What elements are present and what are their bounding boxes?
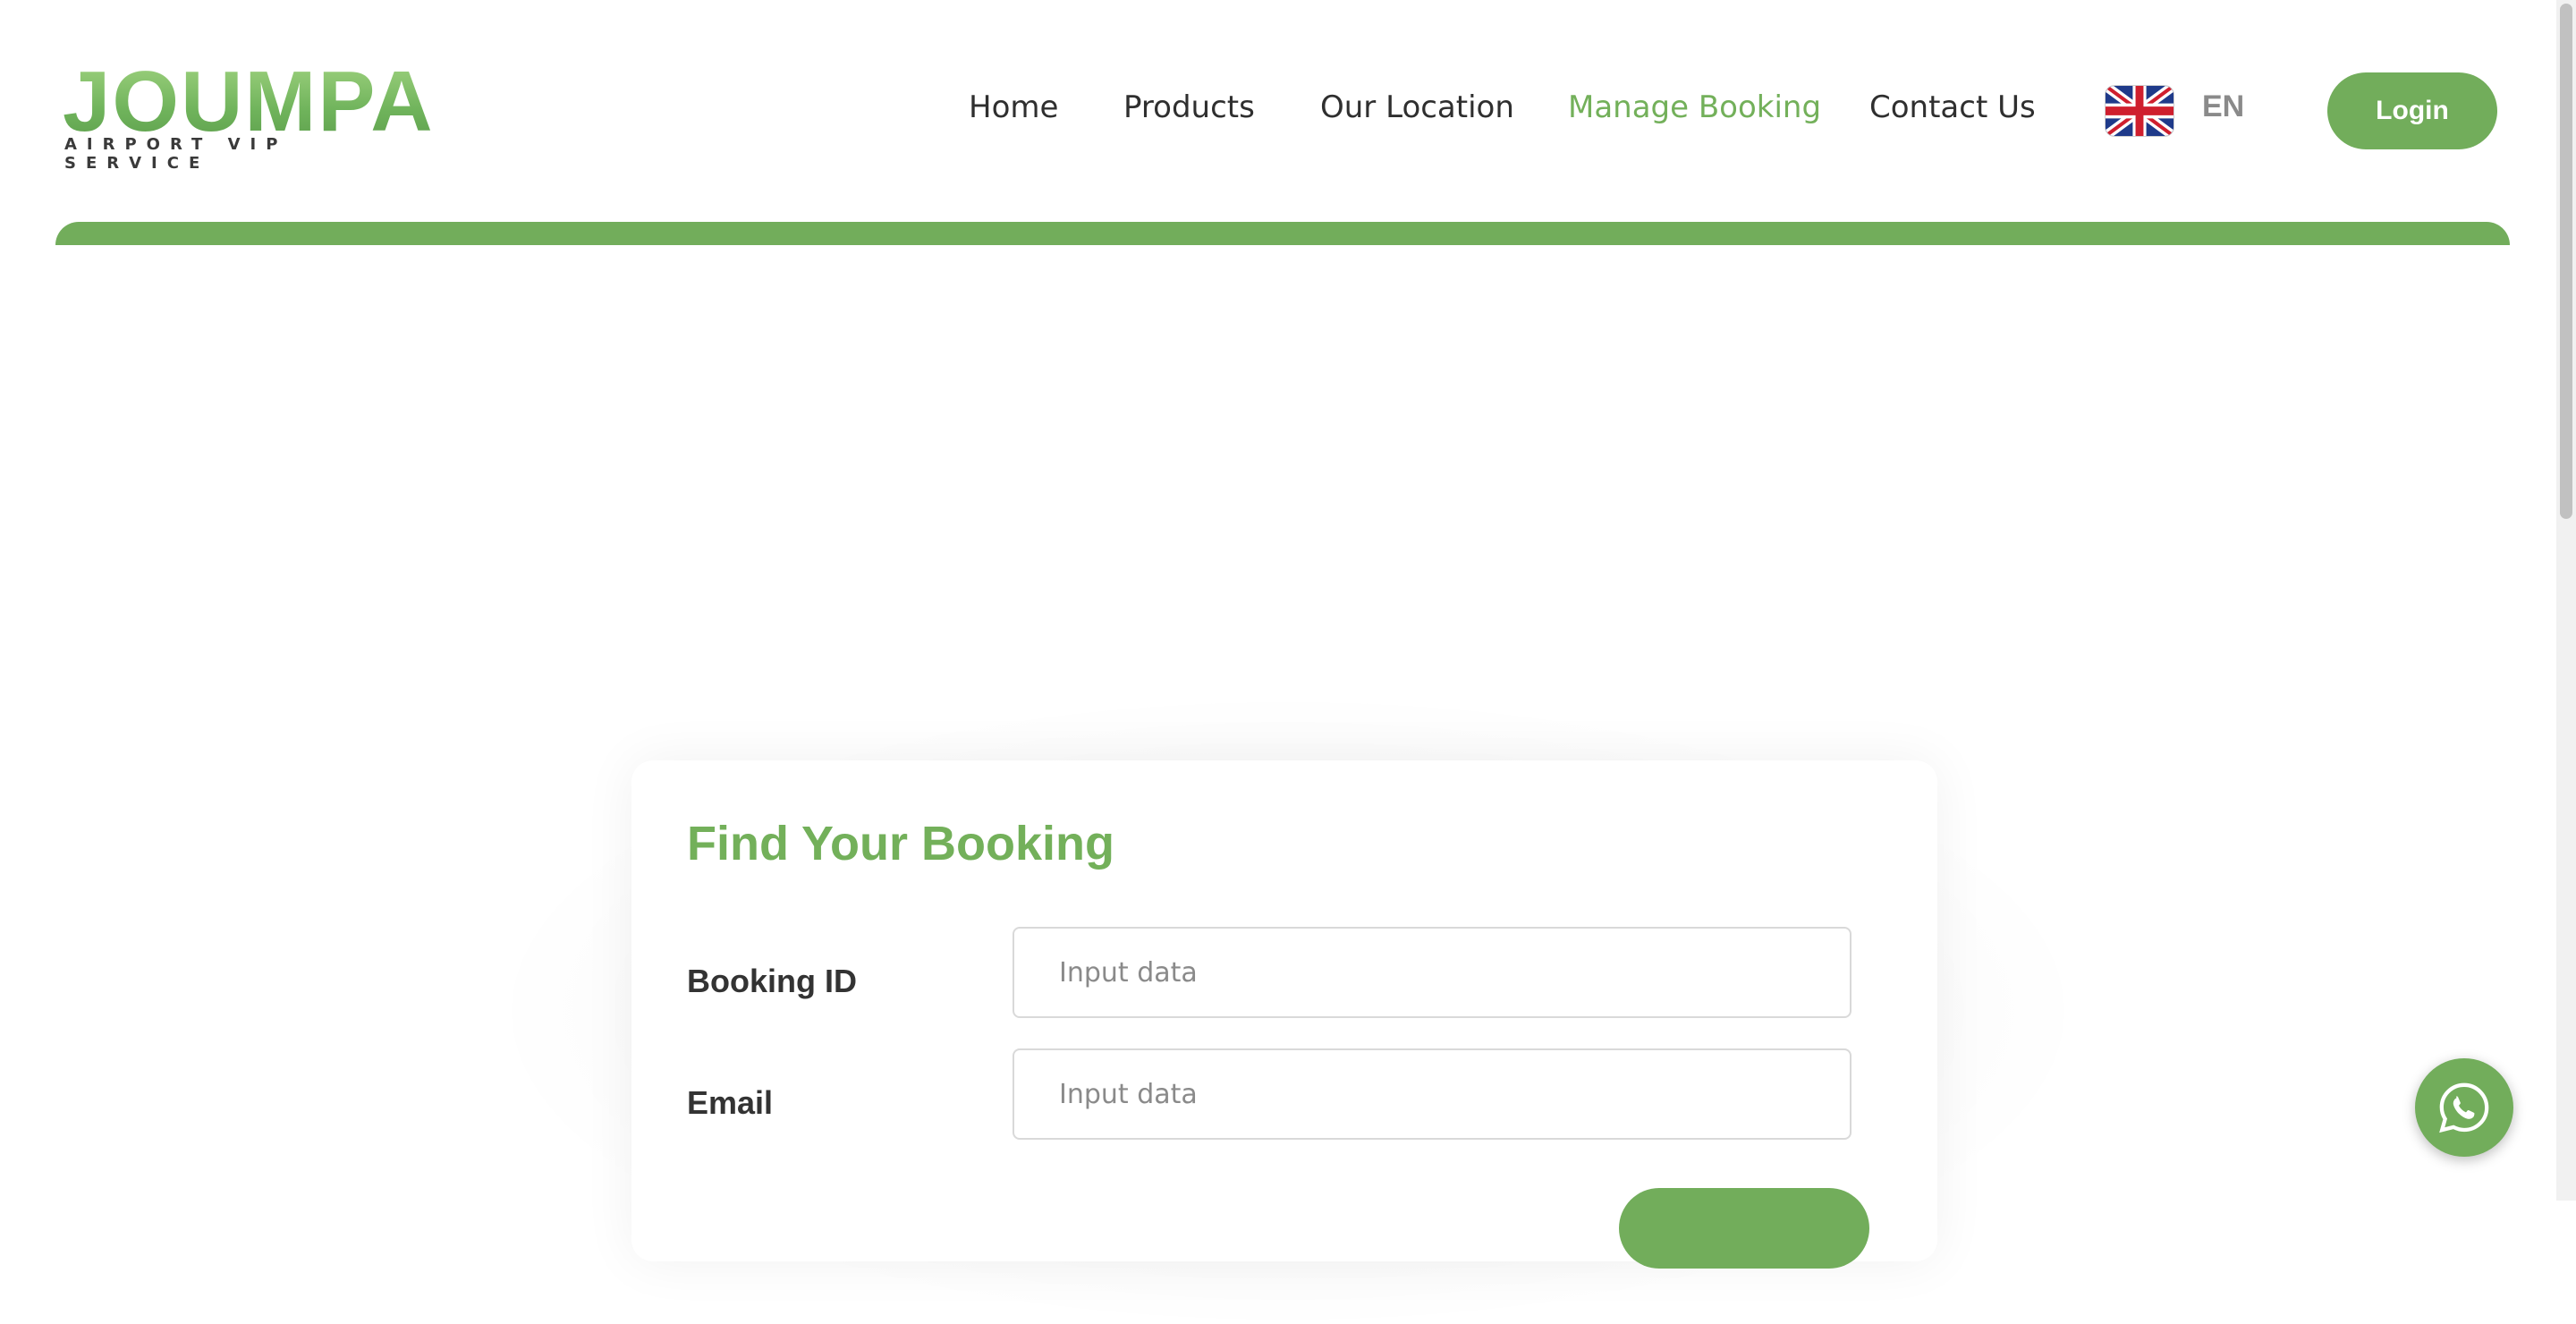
email-input[interactable]: [1013, 1048, 1852, 1140]
scrollbar-thumb[interactable]: [2560, 4, 2572, 519]
whatsapp-glyph: [2439, 1082, 2489, 1133]
whatsapp-icon[interactable]: [2415, 1058, 2513, 1157]
nav-item-products[interactable]: Products: [1123, 89, 1255, 125]
language-selector[interactable]: EN: [2202, 89, 2244, 124]
email-label: Email: [687, 1084, 774, 1121]
find-booking-title: Find Your Booking: [687, 817, 1114, 870]
nav-item-manage-booking[interactable]: Manage Booking: [1568, 89, 1821, 125]
login-button[interactable]: Login: [2327, 72, 2497, 149]
booking-id-label: Booking ID: [687, 963, 857, 999]
booking-id-input[interactable]: [1013, 927, 1852, 1018]
banner-pattern: [55, 222, 2510, 245]
page-scrollbar[interactable]: [2556, 0, 2576, 1201]
logo-tagline: AIRPORT VIP SERVICE: [64, 135, 288, 173]
main-navigation: Home Products Our Location Manage Bookin…: [0, 89, 2576, 134]
find-booking-card: Find Your Booking Booking ID Email: [631, 760, 1937, 1269]
hero-banner-strip: [55, 222, 2510, 245]
uk-flag-icon[interactable]: [2106, 86, 2174, 136]
nav-item-contact-us[interactable]: Contact Us: [1869, 89, 2036, 125]
nav-item-home[interactable]: Home: [969, 89, 1058, 125]
nav-item-our-location[interactable]: Our Location: [1320, 89, 1514, 125]
